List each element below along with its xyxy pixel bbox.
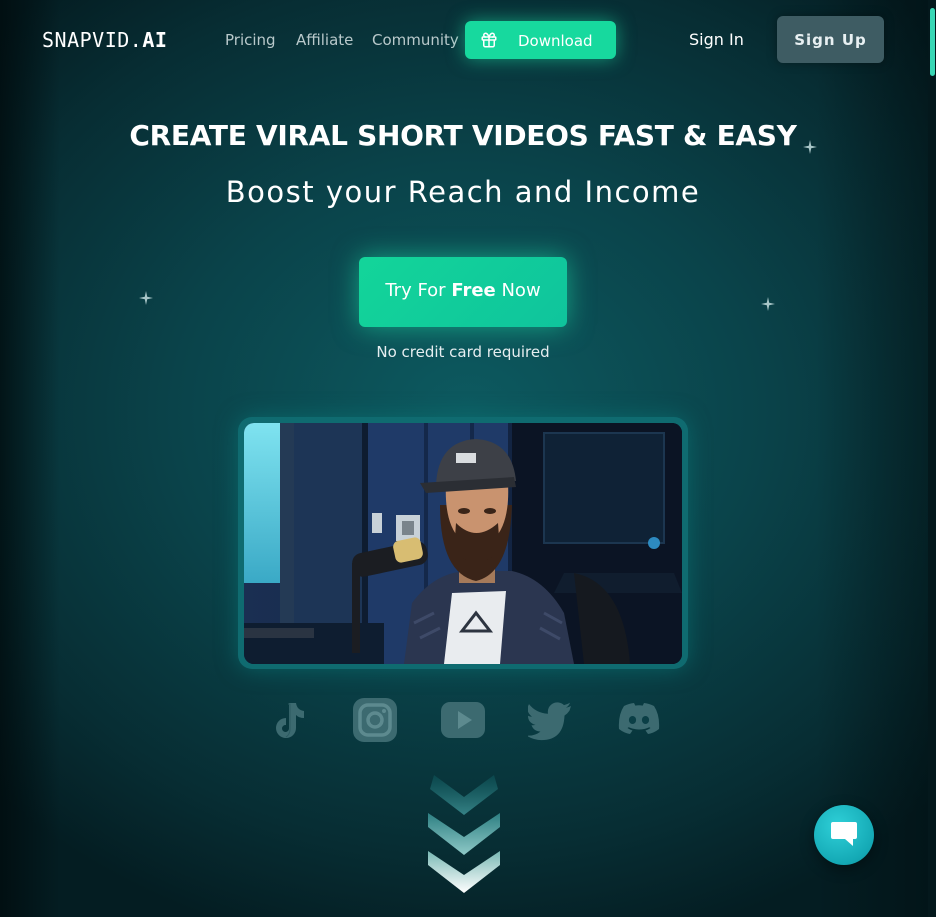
gift-icon bbox=[481, 32, 497, 48]
signup-button[interactable]: Sign Up bbox=[777, 16, 884, 63]
cta-prefix: Try For bbox=[385, 280, 452, 301]
video-thumbnail bbox=[244, 423, 682, 664]
try-for-free-button[interactable]: Try For Free Now bbox=[359, 257, 567, 327]
logo-bold-text: AI bbox=[142, 28, 168, 52]
nav-link-affiliate[interactable]: Affiliate bbox=[296, 31, 353, 49]
instagram-icon[interactable] bbox=[352, 697, 398, 743]
no-credit-card-note: No credit card required bbox=[376, 343, 550, 361]
scroll-down-chevrons-icon[interactable] bbox=[426, 775, 502, 900]
logo-text: SNAPVID. bbox=[42, 28, 143, 52]
signup-button-label: Sign Up bbox=[794, 31, 867, 49]
nav-link-community[interactable]: Community bbox=[372, 31, 459, 49]
nav-link-pricing[interactable]: Pricing bbox=[225, 31, 276, 49]
sparkle-icon bbox=[803, 140, 817, 154]
hero-headline: CREATE VIRAL SHORT VIDEOS FAST & EASY bbox=[129, 119, 797, 152]
download-button[interactable]: Download bbox=[465, 21, 616, 59]
chat-widget-button[interactable] bbox=[814, 805, 874, 865]
video-player[interactable] bbox=[244, 423, 682, 664]
scrollbar-thumb[interactable] bbox=[930, 8, 935, 76]
hero-subheadline: Boost your Reach and Income bbox=[225, 175, 701, 209]
cta-suffix: Now bbox=[495, 280, 541, 301]
cta-bold: Free bbox=[451, 280, 496, 301]
chat-bubble-icon bbox=[831, 822, 857, 846]
download-button-label: Download bbox=[518, 32, 593, 50]
youtube-icon[interactable] bbox=[440, 697, 486, 743]
tiktok-icon[interactable] bbox=[264, 697, 310, 743]
signin-link[interactable]: Sign In bbox=[689, 30, 744, 49]
sparkle-icon bbox=[761, 297, 775, 311]
scrollbar[interactable] bbox=[928, 0, 936, 917]
logo[interactable]: SNAPVID.AI bbox=[42, 28, 167, 52]
twitter-icon[interactable] bbox=[528, 697, 574, 743]
sparkle-icon bbox=[139, 291, 153, 305]
cta-button-label: Try For Free Now bbox=[359, 280, 567, 301]
discord-icon[interactable] bbox=[616, 697, 662, 743]
